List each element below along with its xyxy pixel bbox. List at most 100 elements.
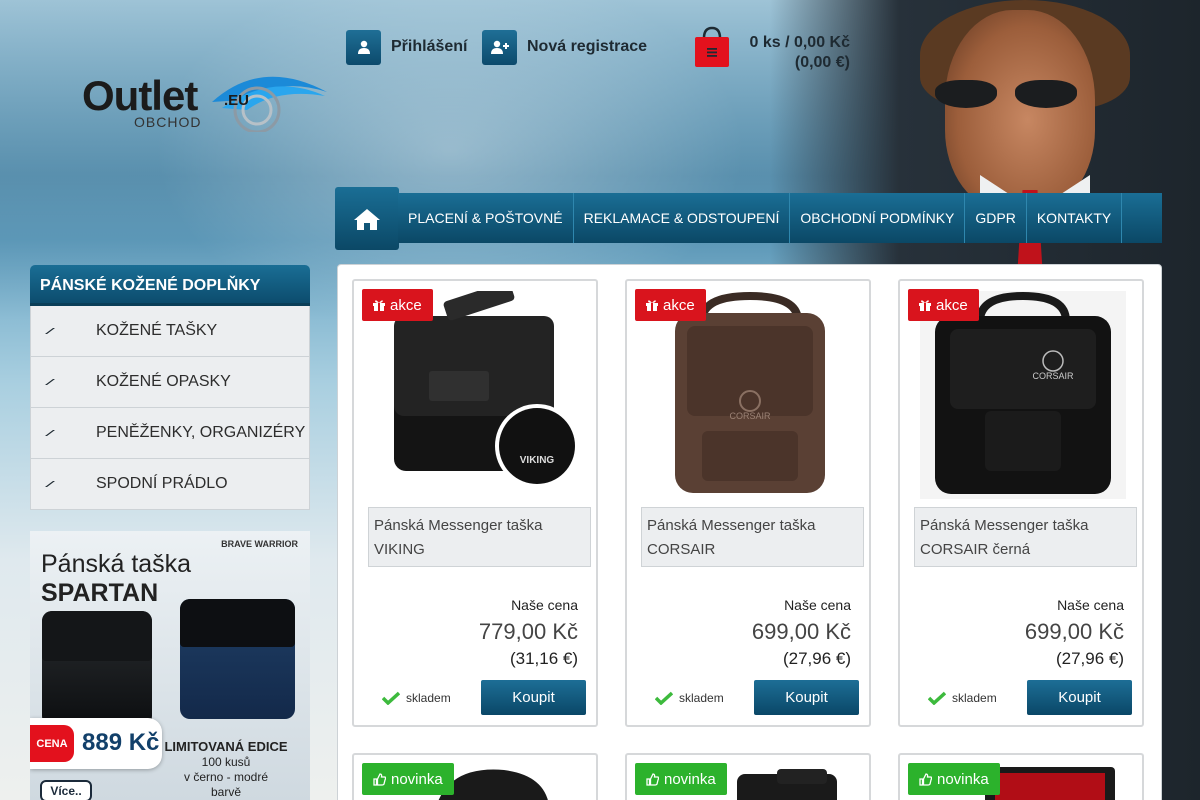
- sidebar-item-kozene-tasky[interactable]: KOŽENÉ TAŠKY: [30, 306, 310, 357]
- badge-label: akce: [936, 296, 968, 314]
- product-name[interactable]: Pánská Messenger taška CORSAIR černá: [914, 507, 1137, 567]
- category-sidebar: PÁNSKÉ KOŽENÉ DOPLŇKY KOŽENÉ TAŠKY KOŽEN…: [30, 265, 310, 510]
- banner-title-prefix: Pánská taška: [41, 550, 192, 578]
- product-card: novinka: [898, 753, 1144, 800]
- price-eur: (27,96 €): [782, 649, 851, 668]
- product-image[interactable]: VIKING: [374, 291, 580, 499]
- sale-badge[interactable]: akce: [635, 289, 706, 321]
- price-czk: 779,00 Kč: [478, 619, 578, 644]
- swoosh-logo-icon: [212, 76, 327, 132]
- badge-label: akce: [663, 296, 695, 314]
- bullet-icon: [45, 480, 59, 488]
- add-user-icon: [482, 29, 517, 65]
- home-button[interactable]: [335, 187, 399, 250]
- nav-kontakty[interactable]: KONTAKTY: [1027, 193, 1123, 243]
- product-image[interactable]: [717, 769, 847, 800]
- logo-sub: OBCHOD: [134, 114, 202, 130]
- nav-gdpr[interactable]: GDPR: [965, 193, 1027, 243]
- sidebar-item-penezenky[interactable]: PENĚŽENKY, ORGANIZÉRY: [30, 408, 310, 459]
- nav-obchodni-podminky[interactable]: OBCHODNÍ PODMÍNKY: [790, 193, 966, 243]
- stock-label: skladem: [679, 691, 724, 705]
- limited-line-1: LIMITOVANÁ EDICE: [164, 739, 288, 754]
- limited-edition-text: LIMITOVANÁ EDICE 100 kusů v černo - modr…: [156, 739, 296, 800]
- brand-mark: VIKING: [520, 455, 555, 466]
- limited-line-4: barvě: [210, 785, 242, 799]
- stock-status: skladem: [382, 691, 451, 705]
- gift-icon: [646, 300, 658, 311]
- banner-price: 889 Kč: [82, 729, 160, 756]
- nav-reklamace[interactable]: REKLAMACE & ODSTOUPENÍ: [574, 193, 791, 243]
- brand-mark: CORSAIR: [1032, 371, 1074, 381]
- sale-badge[interactable]: akce: [362, 289, 433, 321]
- brand-mark: CORSAIR: [729, 411, 771, 421]
- nav-placeni[interactable]: PLACENÍ & POŠTOVNÉ: [398, 193, 574, 243]
- buy-button[interactable]: Koupit: [1027, 680, 1132, 715]
- product-card: CORSAIR akce Pánská Messenger taška CORS…: [625, 279, 871, 727]
- product-image[interactable]: CORSAIR: [647, 291, 853, 499]
- banner-more-button[interactable]: Více..: [40, 780, 92, 800]
- home-icon: [354, 208, 380, 230]
- price-badge: CENA 889 Kč: [30, 718, 162, 769]
- limited-line-3: v černo - modré: [183, 770, 269, 784]
- user-icon: [346, 29, 381, 65]
- logo-word: Outlet: [82, 72, 198, 119]
- logo-suffix: .EU: [224, 92, 250, 109]
- bullet-icon: [45, 327, 59, 335]
- bullet-icon: [45, 378, 59, 386]
- sidebar-item-label: SPODNÍ PRÁDLO: [96, 475, 228, 492]
- thumbs-up-icon: [646, 772, 659, 786]
- stock-label: skladem: [952, 691, 997, 705]
- cart-summary[interactable]: 0 ks / 0,00 Kč (0,00 €): [694, 26, 854, 71]
- spartan-promo-banner[interactable]: BRAVE WARRIOR Pánská taška SPARTAN CENA …: [30, 531, 310, 800]
- new-badge[interactable]: novinka: [908, 763, 1000, 795]
- product-name[interactable]: Pánská Messenger taška VIKING: [368, 507, 591, 567]
- sale-badge[interactable]: akce: [908, 289, 979, 321]
- price-tag-label: CENA: [30, 725, 74, 762]
- sidebar-title: PÁNSKÉ KOŽENÉ DOPLŇKY: [30, 265, 310, 306]
- sidebar-item-kozene-opasky[interactable]: KOŽENÉ OPASKY: [30, 357, 310, 408]
- product-card: novinka: [352, 753, 598, 800]
- limited-line-2: 100 kusů: [201, 755, 251, 769]
- site-logo[interactable]: Outlet .EU OBCHOD: [82, 62, 327, 142]
- check-icon: [928, 691, 946, 705]
- login-button[interactable]: Přihlášení: [346, 29, 468, 65]
- price-eur: (27,96 €): [1055, 649, 1124, 668]
- bullet-icon: [45, 429, 59, 437]
- badge-label: novinka: [391, 770, 443, 788]
- badge-label: novinka: [937, 770, 989, 788]
- sidebar-item-label: KOŽENÉ OPASKY: [96, 373, 231, 390]
- product-card: novinka: [625, 753, 871, 800]
- price-label: Naše cena: [1057, 597, 1124, 613]
- price-czk: 699,00 Kč: [751, 619, 851, 644]
- badge-label: akce: [390, 296, 422, 314]
- badge-label: novinka: [664, 770, 716, 788]
- stock-label: skladem: [406, 691, 451, 705]
- product-name[interactable]: Pánská Messenger taška CORSAIR: [641, 507, 864, 567]
- product-card: CORSAIR akce Pánská Messenger taška CORS…: [898, 279, 1144, 727]
- gift-icon: [373, 300, 385, 311]
- buy-button[interactable]: Koupit: [481, 680, 586, 715]
- new-badge[interactable]: novinka: [635, 763, 727, 795]
- buy-button[interactable]: Koupit: [754, 680, 859, 715]
- gift-icon: [919, 300, 931, 311]
- product-card: VIKING akce Pánská Messenger taška VIKIN…: [352, 279, 598, 727]
- cart-count: 0 ks / 0,00 Kč: [749, 34, 850, 51]
- thumbs-up-icon: [373, 772, 386, 786]
- shopping-bag-icon: [695, 26, 729, 67]
- thumbs-up-icon: [919, 772, 932, 786]
- price-eur: (31,16 €): [509, 649, 578, 668]
- black-bag-image: [42, 611, 152, 726]
- price-czk: 699,00 Kč: [1024, 619, 1124, 644]
- sidebar-item-label: PENĚŽENKY, ORGANIZÉRY: [96, 424, 306, 441]
- product-image[interactable]: CORSAIR: [920, 291, 1126, 499]
- register-button[interactable]: Nová registrace: [482, 29, 648, 65]
- blue-bag-image: [180, 599, 295, 719]
- new-badge[interactable]: novinka: [362, 763, 454, 795]
- cart-eur: (0,00 €): [794, 54, 850, 71]
- banner-title-bold: SPARTAN: [41, 579, 159, 607]
- sidebar-item-spodni-pradlo[interactable]: SPODNÍ PRÁDLO: [30, 459, 310, 510]
- login-label: Přihlášení: [391, 38, 468, 55]
- register-label: Nová registrace: [527, 38, 648, 55]
- check-icon: [655, 691, 673, 705]
- product-image[interactable]: [980, 767, 1120, 800]
